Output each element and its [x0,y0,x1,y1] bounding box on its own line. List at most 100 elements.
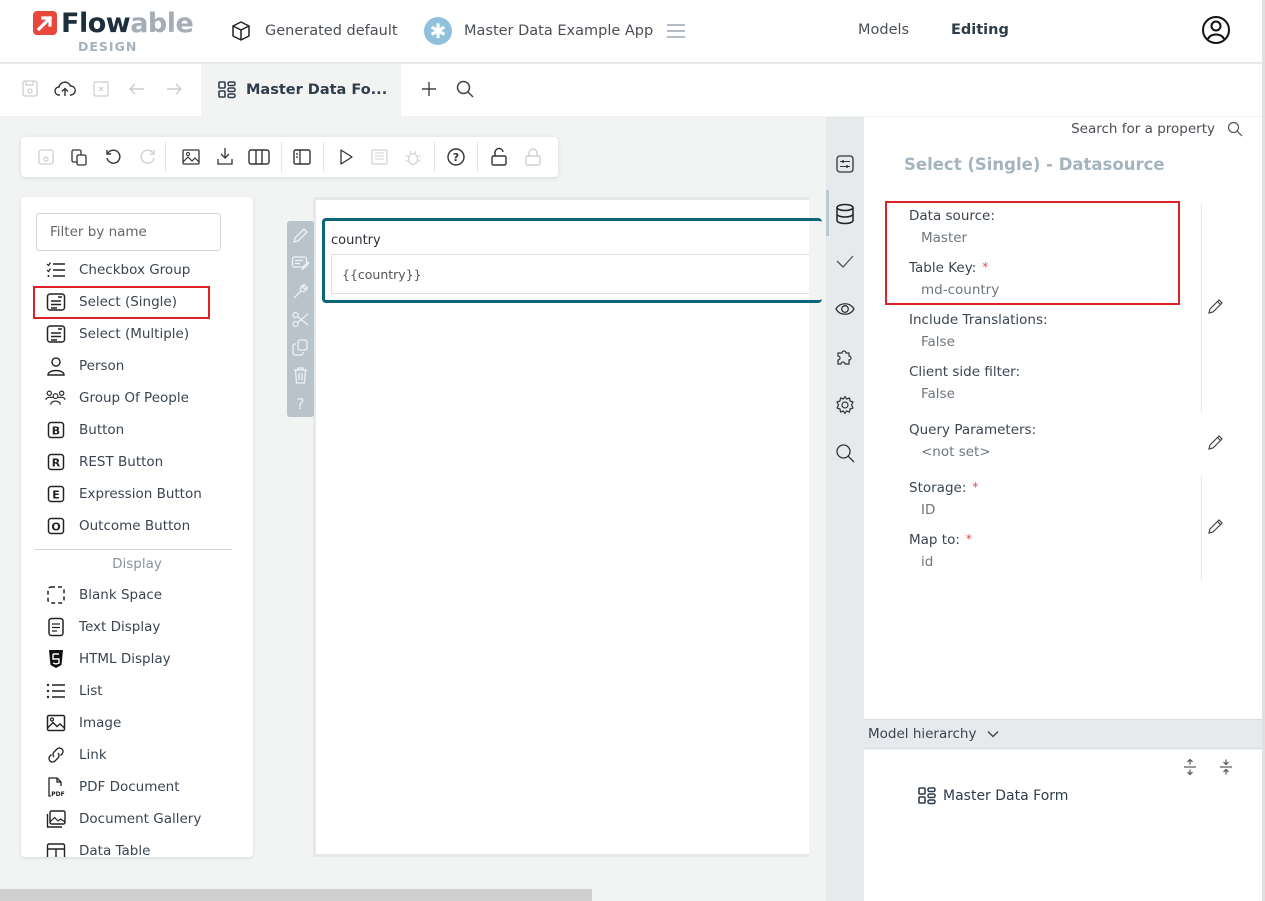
lock-icon[interactable] [524,147,542,167]
eye-icon[interactable] [835,299,855,319]
cube-icon [232,21,250,41]
search-icon[interactable] [835,443,855,463]
palette-item-text-display[interactable]: Text Display [45,612,160,642]
model-hierarchy-header[interactable]: Model hierarchy [864,719,1265,749]
svg-text:?: ? [297,395,305,413]
database-icon[interactable] [835,203,855,225]
prop-include-translations-value[interactable]: False [921,334,955,350]
help-icon[interactable]: ? [446,147,466,167]
undo-icon[interactable] [104,147,122,167]
property-search-input[interactable]: Search for a property [1071,121,1215,137]
gear-icon[interactable] [835,395,855,415]
palette-item-data-table[interactable]: Data Table [45,836,150,857]
search-icon[interactable] [455,78,475,100]
palette-item-label: Select (Multiple) [79,326,190,342]
palette-item-expression-button[interactable]: E Expression Button [45,479,202,509]
sliders-icon[interactable] [835,154,855,174]
arrow-left-icon[interactable] [127,78,147,100]
palette-item-group-of-people[interactable]: Group Of People [45,383,189,413]
bug-icon[interactable] [403,147,423,167]
trash-icon[interactable] [291,366,310,385]
prop-data-source-value[interactable]: Master [921,230,967,246]
hierarchy-item-master-data-form[interactable]: Master Data Form [918,787,1068,805]
text-display-icon [45,617,66,638]
palette-item-outcome-button[interactable]: O Outcome Button [45,511,190,541]
workspace-selector[interactable]: Generated default [229,19,398,43]
palette-item-document-gallery[interactable]: Document Gallery [45,804,201,834]
palette-item-html-display[interactable]: HTML Display [45,644,171,674]
puzzle-icon[interactable] [835,347,855,367]
form-model-icon [918,787,936,805]
pencil-icon[interactable] [1207,433,1225,451]
close-tab-icon[interactable] [92,78,110,100]
palette-item-button[interactable]: B Button [45,415,124,445]
palette-item-image[interactable]: Image [45,708,121,738]
app-label: Master Data Example App [464,23,654,39]
image-icon[interactable] [181,147,201,167]
prop-label-text: Query Parameters: [909,422,1037,438]
flowable-logo[interactable]: Flowable DESIGN [33,8,194,54]
check-icon[interactable] [835,251,855,271]
copy-icon[interactable] [291,338,310,357]
pencil-icon[interactable] [1207,297,1225,315]
hamburger-icon[interactable] [666,21,686,41]
svg-text:PDF: PDF [51,791,64,798]
prop-query-parameters-label: Query Parameters: [909,422,1036,438]
palette-item-person[interactable]: Person [45,351,124,381]
logo-word-able: able [130,8,194,39]
prop-storage-value[interactable]: ID [921,502,935,518]
columns-icon[interactable] [248,147,270,167]
paste-icon[interactable] [70,147,88,167]
horizontal-scrollbar-thumb[interactable] [0,889,592,901]
wrench-icon[interactable] [291,282,310,301]
highlight-select-single [33,286,210,319]
palette-item-label: Button [79,422,125,438]
palette-item-pdf-document[interactable]: PDF PDF Document [45,772,180,802]
flowable-logo-mark-icon [33,11,57,35]
hierarchy-item-label: Master Data Form [943,788,1069,804]
cloud-upload-icon[interactable] [54,78,76,100]
app-selector[interactable]: ✱ Master Data Example App [424,17,653,45]
play-icon[interactable] [337,147,355,167]
palette-filter-input[interactable] [36,213,221,251]
edit-text-icon[interactable] [291,254,310,273]
palette-item-select-multiple[interactable]: Select (Multiple) [45,319,189,349]
chevron-down-icon[interactable] [986,729,1000,739]
arrow-right-icon[interactable] [164,78,184,100]
palette-item-rest-button[interactable]: R REST Button [45,447,163,477]
search-icon[interactable] [1227,121,1243,137]
field-input-preview[interactable]: {{country}} [331,254,809,294]
prop-table-key-value[interactable]: md-country [921,282,999,298]
prop-query-parameters-value[interactable]: <not set> [921,444,991,460]
unlock-icon[interactable] [490,147,508,167]
prop-map-to-value[interactable]: id [921,554,933,570]
download-icon[interactable] [215,147,235,167]
redo-icon[interactable] [139,147,157,167]
nav-editing[interactable]: Editing [951,22,1009,38]
pencil-icon[interactable] [291,226,310,245]
question-icon[interactable]: ? [291,394,310,413]
pencil-icon[interactable] [1207,517,1225,535]
palette-item-blank-space[interactable]: Blank Space [45,580,162,610]
expand-all-icon[interactable] [1182,758,1198,776]
palette-item-checkbox-group[interactable]: Checkbox Group [45,255,190,285]
plus-icon[interactable] [420,78,438,100]
save-icon[interactable] [20,78,40,100]
required-marker: * [982,260,989,274]
collapse-all-icon[interactable] [1218,758,1234,776]
prop-storage-label: Storage: * [909,480,978,496]
nav-models[interactable]: Models [858,22,909,38]
save-icon[interactable] [37,147,55,167]
palette-item-label: Document Gallery [79,811,202,827]
news-icon[interactable] [369,147,389,167]
tab-master-data-form[interactable]: Master Data Fo... [201,64,401,116]
user-circle-icon[interactable] [1201,15,1231,45]
scissors-icon[interactable] [291,310,310,329]
prop-label-text: Data source: [909,208,995,224]
prop-client-side-filter-value[interactable]: False [921,386,955,402]
prop-table-key-label: Table Key: * [909,260,988,276]
palette-item-list[interactable]: List [45,676,103,706]
palette-item-link[interactable]: Link [45,740,107,770]
top-header: Flowable DESIGN Generated default ✱ Mast… [0,0,1265,63]
panel-icon[interactable] [293,147,311,167]
